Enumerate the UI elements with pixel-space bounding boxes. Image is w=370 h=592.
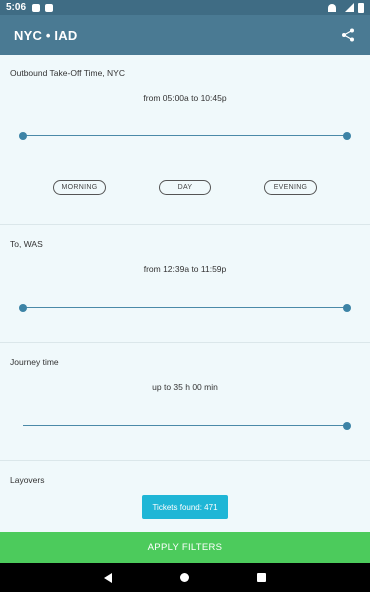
morning-button[interactable]: MORNING [53, 180, 106, 195]
share-icon[interactable] [340, 27, 356, 43]
slider-high-thumb[interactable] [343, 132, 351, 140]
outbound-label: Outbound Take-Off Time, NYC [10, 68, 125, 78]
status-time: 5:06 [6, 2, 27, 13]
slider-high-thumb[interactable] [343, 304, 351, 312]
slider-track [23, 135, 347, 136]
signal-icon [345, 3, 354, 12]
day-button[interactable]: DAY [159, 180, 211, 195]
slider-low-thumb[interactable] [19, 132, 27, 140]
journey-range: up to 35 h 00 min [152, 382, 218, 392]
app-bar: NYC • IAD [0, 15, 370, 55]
arrival-section: To, WAS from 12:39a to 11:59p [0, 225, 370, 343]
arrival-range: from 12:39a to 11:59p [143, 264, 227, 274]
slider-track [23, 307, 347, 308]
outbound-range: from 05:00a to 10:45p [143, 93, 227, 103]
evening-button[interactable]: EVENING [264, 180, 317, 195]
recent-apps-icon[interactable] [257, 573, 266, 582]
navigation-bar [0, 563, 370, 592]
journey-label: Journey time [10, 357, 59, 367]
layovers-label: Layovers [10, 475, 45, 485]
outbound-time-slider[interactable] [19, 131, 351, 141]
arrival-label: To, WAS [10, 239, 43, 249]
tickets-found-badge[interactable]: Tickets found: 471 [142, 495, 228, 519]
journey-time-slider[interactable] [23, 421, 351, 431]
outbound-section: Outbound Take-Off Time, NYC from 05:00a … [0, 55, 370, 225]
slider-thumb[interactable] [343, 422, 351, 430]
journey-section: Journey time up to 35 h 00 min [0, 343, 370, 461]
wifi-icon [328, 3, 336, 12]
notification-icon [32, 3, 41, 12]
slider-track [23, 425, 347, 426]
slider-low-thumb[interactable] [19, 304, 27, 312]
apply-filters-button[interactable]: APPLY FILTERS [0, 532, 370, 563]
arrival-time-slider[interactable] [19, 303, 351, 313]
status-bar: 5:06 [0, 0, 370, 15]
home-icon[interactable] [180, 573, 189, 582]
battery-icon [358, 2, 364, 13]
back-icon[interactable] [104, 572, 112, 583]
sd-card-icon [45, 3, 54, 12]
page-title: NYC • IAD [14, 27, 78, 43]
